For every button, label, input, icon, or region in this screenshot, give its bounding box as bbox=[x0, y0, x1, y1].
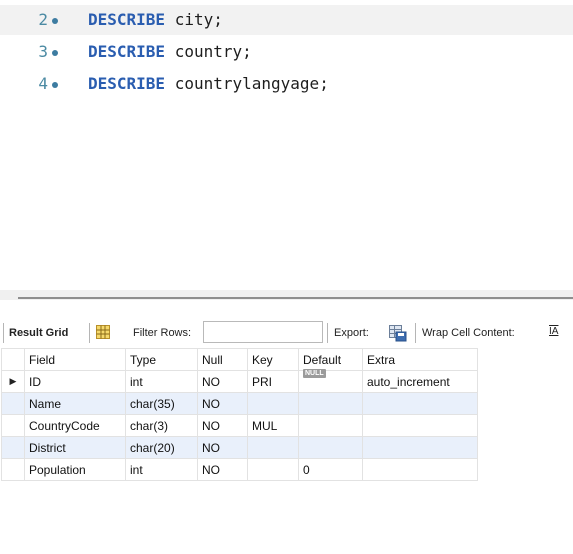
filter-rows-input[interactable] bbox=[203, 321, 323, 343]
sql-keyword: DESCRIBE bbox=[88, 74, 166, 93]
cell-field[interactable]: Name bbox=[24, 392, 126, 415]
code-text[interactable]: DESCRIBE country; bbox=[88, 42, 252, 61]
wrap-cell-content-label: Wrap Cell Content: bbox=[422, 327, 515, 339]
table-row[interactable]: Population int NO 0 bbox=[1, 458, 478, 481]
export-icon[interactable] bbox=[388, 323, 407, 342]
column-header-key[interactable]: Key bbox=[247, 348, 299, 371]
cell-extra[interactable]: auto_increment bbox=[362, 370, 478, 393]
filter-rows-label: Filter Rows: bbox=[133, 327, 192, 339]
code-line[interactable]: 4 DESCRIBE countrylangyage; bbox=[0, 69, 573, 99]
table-row[interactable]: Name char(35) NO bbox=[1, 392, 478, 415]
cell-default[interactable] bbox=[298, 414, 363, 437]
table-row[interactable]: ▶ ID int NO PRI NULL auto_increment bbox=[1, 368, 478, 393]
statement-marker-icon bbox=[52, 82, 58, 88]
cell-key[interactable] bbox=[247, 458, 299, 481]
cell-key[interactable]: MUL bbox=[247, 414, 299, 437]
column-header-type[interactable]: Type bbox=[125, 348, 198, 371]
wrap-cell-content-toggle-icon[interactable]: IA bbox=[549, 326, 558, 337]
toolbar-separator bbox=[89, 323, 90, 343]
table-row[interactable]: District char(20) NO bbox=[1, 436, 478, 459]
null-badge: NULL bbox=[303, 368, 326, 378]
cell-default[interactable] bbox=[298, 392, 363, 415]
splitter-handle[interactable] bbox=[18, 297, 573, 299]
result-table: Field Type Null Key Default Extra ▶ ID i… bbox=[1, 348, 478, 481]
cell-field[interactable]: District bbox=[24, 436, 126, 459]
statement-marker-icon bbox=[52, 50, 58, 56]
export-label: Export: bbox=[334, 327, 369, 339]
sql-editor[interactable]: 2 DESCRIBE city; 3 DESCRIBE country; 4 D… bbox=[0, 0, 573, 290]
sql-keyword: DESCRIBE bbox=[88, 42, 166, 61]
cell-type[interactable]: int bbox=[125, 370, 198, 393]
row-marker-header bbox=[1, 348, 25, 371]
cell-key[interactable] bbox=[247, 436, 299, 459]
code-text[interactable]: DESCRIBE city; bbox=[88, 10, 223, 29]
cell-null[interactable]: NO bbox=[197, 436, 248, 459]
cell-field[interactable]: CountryCode bbox=[24, 414, 126, 437]
cell-default[interactable]: NULL bbox=[298, 368, 363, 393]
cell-field[interactable]: Population bbox=[24, 458, 126, 481]
result-grid[interactable]: Field Type Null Key Default Extra ▶ ID i… bbox=[0, 348, 573, 554]
cell-type[interactable]: char(20) bbox=[125, 436, 198, 459]
toolbar-separator bbox=[3, 323, 4, 343]
code-text[interactable]: DESCRIBE countrylangyage; bbox=[88, 74, 329, 93]
cell-null[interactable]: NO bbox=[197, 370, 248, 393]
cell-key[interactable] bbox=[247, 392, 299, 415]
sql-argument: city; bbox=[165, 10, 223, 29]
cell-type[interactable]: char(35) bbox=[125, 392, 198, 415]
code-line[interactable]: 3 DESCRIBE country; bbox=[0, 37, 573, 67]
row-marker bbox=[1, 436, 25, 459]
cell-type[interactable]: int bbox=[125, 458, 198, 481]
column-header-extra[interactable]: Extra bbox=[362, 348, 478, 371]
column-header-default[interactable]: Default bbox=[298, 348, 363, 371]
cell-null[interactable]: NO bbox=[197, 414, 248, 437]
sql-argument: countrylangyage; bbox=[165, 74, 329, 93]
cell-field[interactable]: ID bbox=[24, 370, 126, 393]
statement-marker-icon bbox=[52, 18, 58, 24]
row-marker bbox=[1, 392, 25, 415]
cell-null[interactable]: NO bbox=[197, 392, 248, 415]
sql-argument: country; bbox=[165, 42, 252, 61]
toolbar-separator bbox=[327, 323, 328, 343]
panel-splitter[interactable] bbox=[0, 290, 573, 300]
cell-key[interactable]: PRI bbox=[247, 370, 299, 393]
toolbar-separator bbox=[415, 323, 416, 343]
cell-type[interactable]: char(3) bbox=[125, 414, 198, 437]
sql-keyword: DESCRIBE bbox=[88, 10, 166, 29]
cell-extra[interactable] bbox=[362, 458, 478, 481]
line-number: 4 bbox=[38, 74, 48, 93]
current-row-arrow-icon: ▶ bbox=[1, 370, 25, 393]
cell-extra[interactable] bbox=[362, 414, 478, 437]
table-row[interactable]: CountryCode char(3) NO MUL bbox=[1, 414, 478, 437]
line-number: 2 bbox=[38, 10, 48, 29]
cell-default[interactable]: 0 bbox=[298, 458, 363, 481]
cell-default[interactable] bbox=[298, 436, 363, 459]
column-header-null[interactable]: Null bbox=[197, 348, 248, 371]
code-line[interactable]: 2 DESCRIBE city; bbox=[0, 5, 573, 35]
cell-extra[interactable] bbox=[362, 436, 478, 459]
cell-null[interactable]: NO bbox=[197, 458, 248, 481]
result-grid-tab[interactable]: Result Grid bbox=[9, 327, 68, 339]
row-marker bbox=[1, 414, 25, 437]
line-number: 3 bbox=[38, 42, 48, 61]
column-header-field[interactable]: Field bbox=[24, 348, 126, 371]
row-marker bbox=[1, 458, 25, 481]
cell-extra[interactable] bbox=[362, 392, 478, 415]
table-header-row: Field Type Null Key Default Extra bbox=[1, 348, 478, 371]
grid-view-icon[interactable] bbox=[96, 325, 110, 339]
result-toolbar: Result Grid Filter Rows: Export: Wrap Ce… bbox=[0, 318, 573, 348]
